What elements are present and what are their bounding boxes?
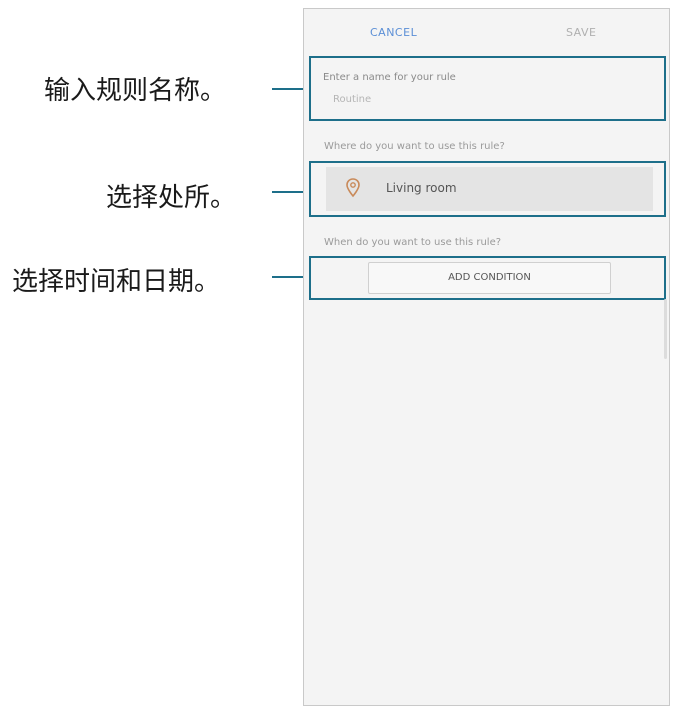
scrollbar[interactable] <box>664 299 667 359</box>
save-button[interactable]: SAVE <box>566 26 596 39</box>
location-value: Living room <box>386 181 457 195</box>
callout-time-date: 选择时间和日期。 <box>12 267 221 297</box>
rule-name-field[interactable]: Enter a name for your rule Routine <box>309 56 666 121</box>
phone-screen: CANCEL SAVE Enter a name for your rule R… <box>303 8 670 706</box>
add-condition-button[interactable]: ADD CONDITION <box>368 262 611 294</box>
rule-name-placeholder: Routine <box>333 94 372 105</box>
callout-location: 选择处所。 <box>106 183 237 213</box>
location-selector[interactable]: Living room <box>326 167 653 211</box>
callout-rule-name: 输入规则名称。 <box>44 76 227 106</box>
rule-name-prompt: Enter a name for your rule <box>323 72 456 83</box>
when-prompt: When do you want to use this rule? <box>324 237 502 248</box>
cancel-button[interactable]: CANCEL <box>370 26 417 39</box>
where-prompt: Where do you want to use this rule? <box>324 141 505 152</box>
top-bar: CANCEL SAVE <box>304 9 669 57</box>
location-pin-icon <box>346 178 360 198</box>
